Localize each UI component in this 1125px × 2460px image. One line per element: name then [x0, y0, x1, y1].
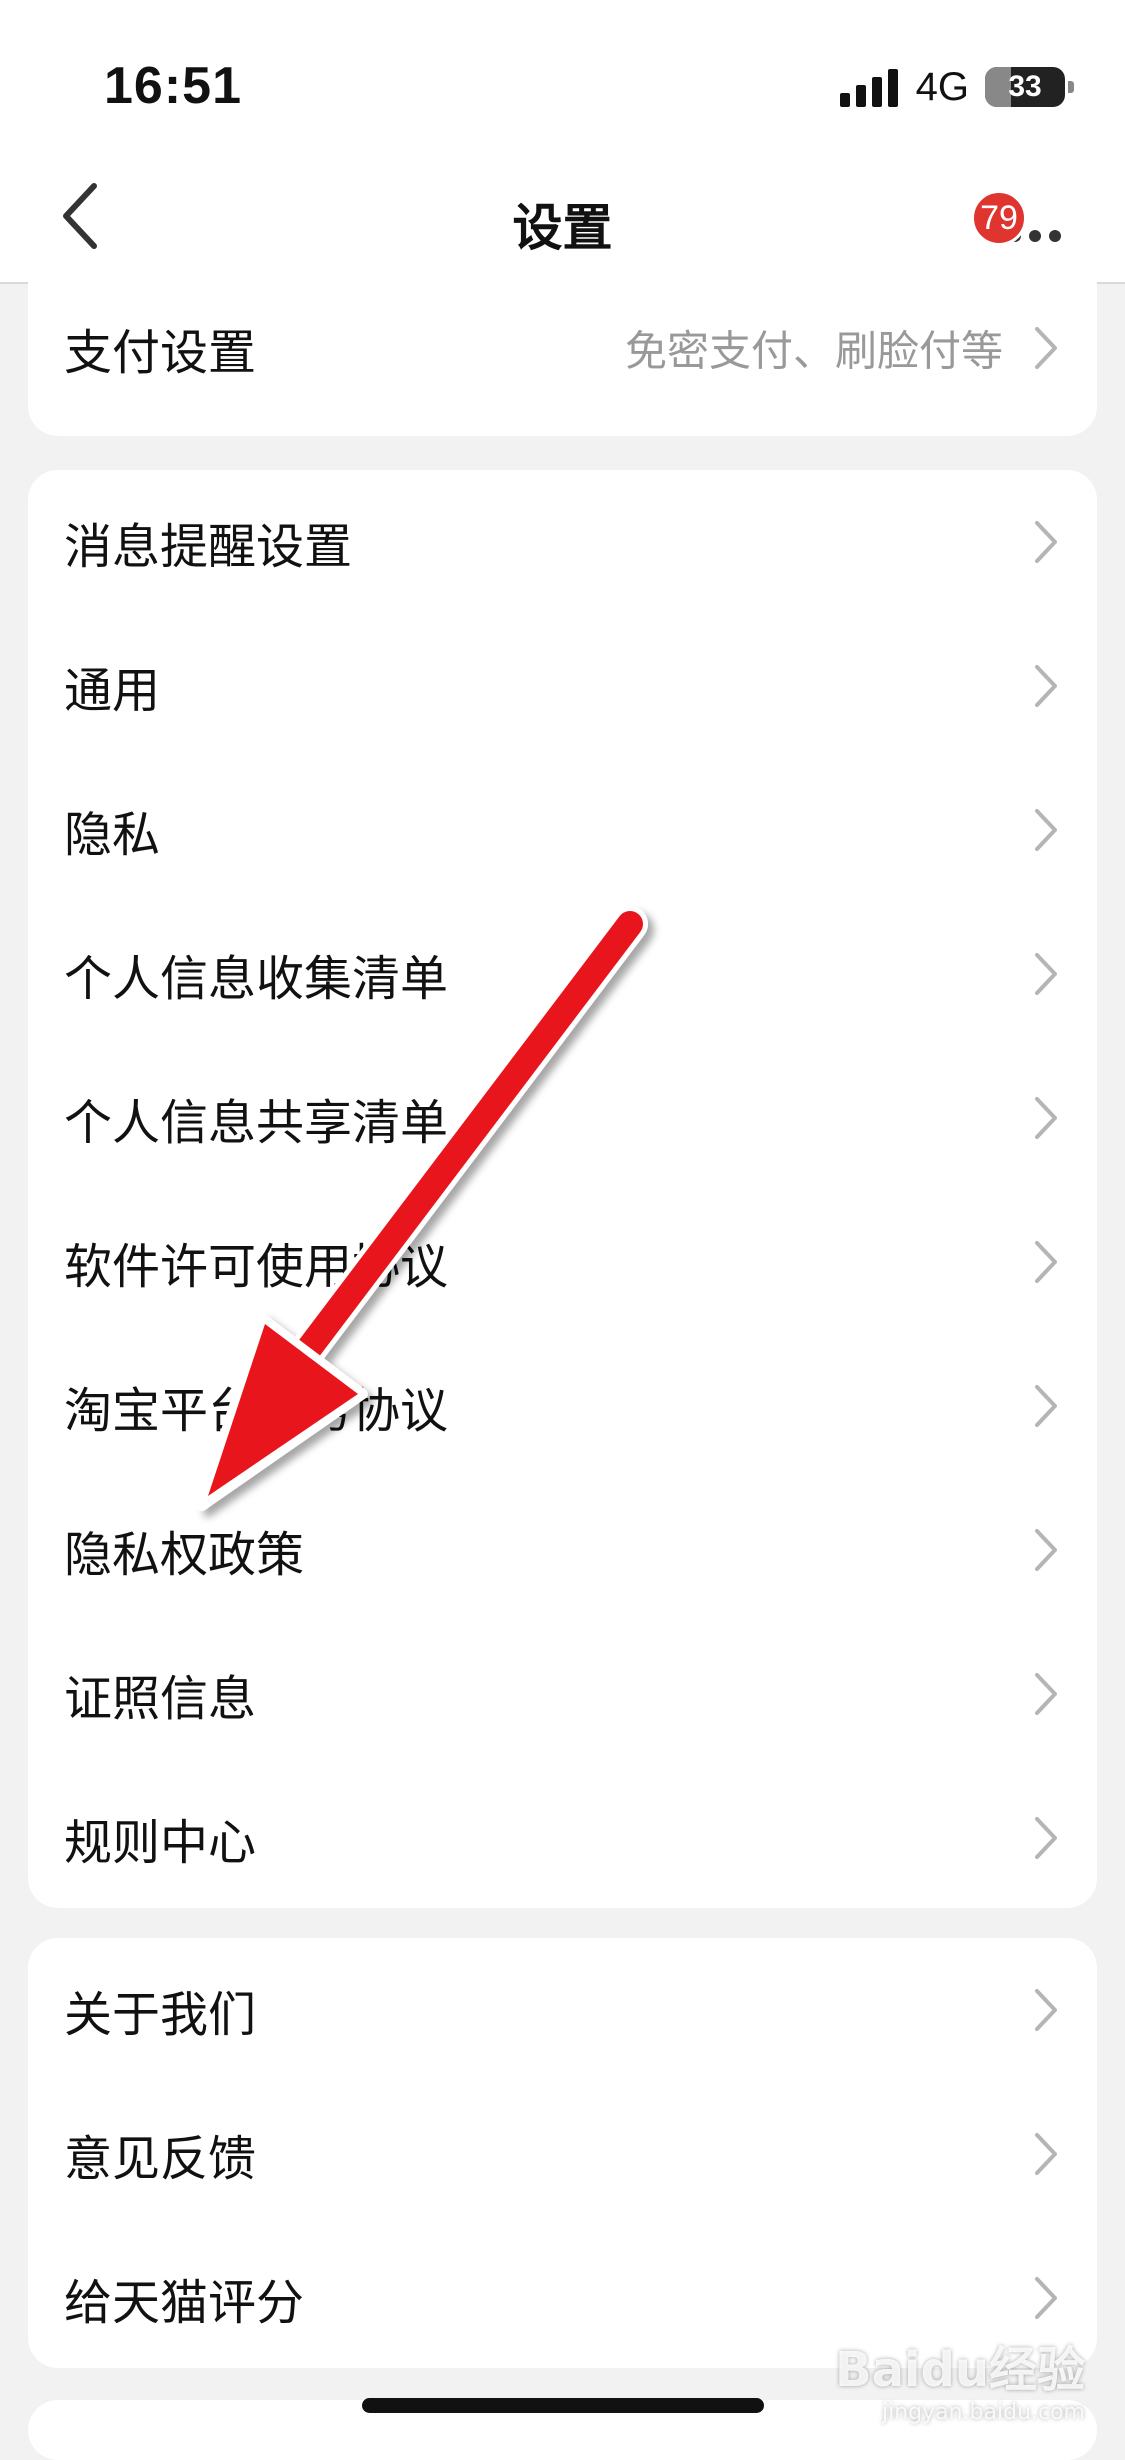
chevron-right-icon [1035, 1673, 1057, 1715]
row-label: 通用 [64, 665, 161, 718]
settings-row[interactable]: 关于我们 [28, 1938, 1097, 2082]
row-label: 淘宝平台服务协议 [64, 1385, 449, 1438]
chevron-right-icon [1035, 1529, 1057, 1571]
row-value: 免密支付、刷脸付等 [624, 327, 1003, 375]
chevron-right-icon [1035, 2277, 1057, 2319]
home-indicator[interactable] [362, 2398, 764, 2413]
settings-row-payment[interactable]: 支付设置 免密支付、刷脸付等 [28, 260, 1097, 436]
chevron-right-icon [1035, 665, 1057, 707]
chevron-right-icon [1035, 1097, 1057, 1139]
chevron-right-icon [1035, 521, 1057, 563]
battery-tip [1068, 81, 1074, 93]
settings-row[interactable]: 证照信息 [28, 1622, 1097, 1766]
settings-row[interactable]: 个人信息共享清单 [28, 1046, 1097, 1190]
chevron-right-icon [1035, 809, 1057, 851]
settings-row[interactable]: 意见反馈 [28, 2082, 1097, 2226]
status-indicators: 4G 33 [839, 62, 1074, 112]
chevron-right-icon [1035, 1385, 1057, 1427]
row-label: 意见反馈 [64, 2133, 257, 2186]
chevron-right-icon [1035, 953, 1057, 995]
chevron-right-icon [1035, 2133, 1057, 2175]
chevron-right-icon [1035, 1817, 1057, 1859]
row-label: 给天猫评分 [64, 2277, 305, 2330]
row-label: 消息提醒设置 [64, 521, 353, 574]
settings-group-about: 关于我们意见反馈给天猫评分 [28, 1938, 1097, 2368]
signal-icon [839, 67, 898, 107]
row-label: 软件许可使用协议 [64, 1241, 449, 1294]
settings-row[interactable]: 软件许可使用协议 [28, 1190, 1097, 1334]
status-bar: 16:51 4G 33 [0, 0, 1125, 150]
status-time: 16:51 [104, 57, 242, 115]
row-label: 隐私 [64, 809, 161, 862]
battery-level: 33 [1008, 70, 1042, 103]
page-title: 设置 [512, 200, 613, 256]
settings-row[interactable]: 隐私 [28, 758, 1097, 902]
more-dot [1049, 230, 1061, 242]
row-label: 支付设置 [64, 327, 257, 380]
watermark-logo: Baidu经验 jingyan.baidu.com [835, 2330, 1085, 2425]
settings-row[interactable]: 消息提醒设置 [28, 470, 1097, 614]
row-label: 个人信息收集清单 [64, 953, 449, 1006]
chevron-right-icon [1035, 1241, 1057, 1283]
settings-group-general: 消息提醒设置 通用隐私个人信息收集清单 个人信息共享清单 软件许可使用协议 淘宝平台服务… [28, 470, 1097, 1908]
row-label: 个人信息共享清单 [64, 1097, 449, 1150]
row-label: 关于我们 [64, 1989, 257, 2042]
row-label: 隐私权政策 [64, 1529, 305, 1582]
watermark-sub: jingyan.baidu.com [881, 2400, 1085, 2425]
more-dot [1029, 230, 1041, 242]
chevron-right-icon [1035, 327, 1057, 369]
settings-row[interactable]: 个人信息收集清单 [28, 902, 1097, 1046]
watermark-text: Baidu经验 [835, 2342, 1085, 2398]
row-label: 规则中心 [64, 1817, 257, 1870]
notification-badge: 79 [971, 190, 1027, 246]
settings-row[interactable]: 隐私权政策 [28, 1478, 1097, 1622]
row-label: 证照信息 [64, 1673, 257, 1726]
network-type: 4G [915, 64, 969, 109]
settings-row[interactable]: 通用 [28, 614, 1097, 758]
settings-group-payment: 支付设置 免密支付、刷脸付等 [28, 260, 1097, 436]
chevron-right-icon [1035, 1989, 1057, 2031]
settings-row[interactable]: 规则中心 [28, 1766, 1097, 1908]
more-button[interactable]: 79 [971, 190, 1073, 250]
battery-icon: 33 [985, 67, 1074, 107]
settings-row[interactable]: 淘宝平台服务协议 [28, 1334, 1097, 1478]
